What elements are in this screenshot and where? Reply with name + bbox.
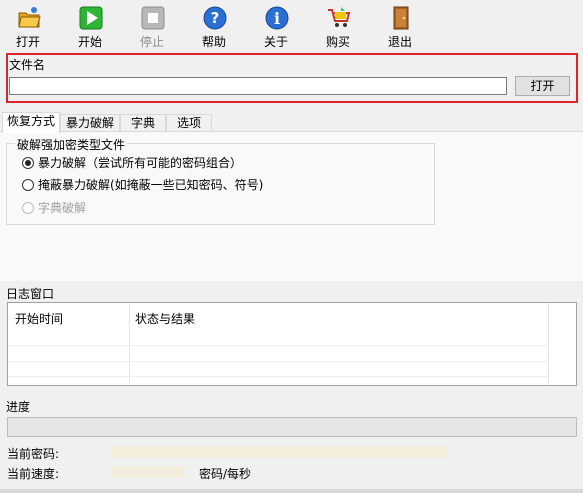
progress-legend: 进度 — [6, 400, 31, 414]
log-column-divider — [548, 303, 549, 385]
shopping-cart-icon — [328, 7, 351, 27]
open-folder-icon — [18, 7, 41, 28]
tab-recovery-method[interactable]: 恢复方式 — [2, 112, 60, 133]
tab-brute-force[interactable]: 暴力破解 — [60, 114, 120, 132]
log-header: 开始时间 状态与结果 — [8, 303, 576, 331]
log-row-divider — [8, 376, 548, 377]
start-button[interactable]: 开始 — [68, 4, 112, 49]
toolbar: 打开 开始 停止 ? 帮助 i 关于 购买 退出 — [0, 0, 583, 50]
dictionary-radio-label: 字典破解 — [38, 201, 87, 215]
svg-text:i: i — [274, 9, 280, 28]
log-column-start-time[interactable]: 开始时间 — [15, 310, 63, 327]
file-name-group: 文件名 打开 — [6, 53, 578, 103]
mask-attack-radio-label: 掩蔽暴力破解(如掩蔽一些已知密码、符号) — [38, 178, 264, 192]
status-strip — [0, 489, 583, 493]
svg-text:?: ? — [211, 9, 220, 27]
help-label: 帮助 — [201, 35, 226, 49]
help-button[interactable]: ? 帮助 — [192, 4, 236, 49]
about-button[interactable]: i 关于 — [254, 4, 298, 49]
exit-label: 退出 — [387, 35, 412, 49]
file-path-input[interactable] — [9, 77, 507, 95]
open-toolbar-button[interactable]: 打开 — [6, 4, 50, 49]
play-icon — [79, 6, 103, 30]
brute-force-radio-label: 暴力破解（尝试所有可能的密码组合） — [38, 156, 243, 170]
tab-dictionary[interactable]: 字典 — [120, 114, 166, 132]
dictionary-radio — [22, 202, 34, 214]
log-column-divider — [129, 303, 130, 385]
log-list[interactable]: 开始时间 状态与结果 — [7, 302, 577, 386]
stop-label: 停止 — [139, 35, 164, 49]
log-window-legend: 日志窗口 — [6, 287, 55, 301]
mask-attack-radio[interactable] — [22, 179, 34, 191]
open-file-button[interactable]: 打开 — [515, 76, 570, 96]
start-label: 开始 — [77, 35, 102, 49]
about-label: 关于 — [263, 35, 288, 49]
current-password-label: 当前密码: — [7, 447, 60, 461]
log-row-divider — [8, 345, 548, 346]
info-icon: i — [265, 6, 289, 30]
progress-bar — [7, 417, 577, 437]
speed-unit-label: 密码/每秒 — [199, 467, 252, 481]
open-toolbar-label: 打开 — [15, 35, 40, 49]
stop-icon — [141, 6, 165, 30]
current-speed-value — [112, 466, 184, 478]
file-name-legend: 文件名 — [9, 58, 46, 72]
buy-label: 购买 — [325, 35, 350, 49]
exit-door-icon — [393, 6, 409, 30]
crack-type-legend: 破解强加密类型文件 — [15, 136, 128, 153]
current-speed-label: 当前速度: — [7, 467, 60, 481]
log-column-status[interactable]: 状态与结果 — [135, 310, 195, 327]
stop-button[interactable]: 停止 — [130, 4, 174, 49]
buy-button[interactable]: 购买 — [316, 4, 360, 49]
exit-button[interactable]: 退出 — [378, 4, 422, 49]
current-password-value — [112, 446, 448, 458]
log-row-divider — [8, 361, 548, 362]
crack-type-group: 破解强加密类型文件 暴力破解（尝试所有可能的密码组合） 掩蔽暴力破解(如掩蔽一些… — [6, 136, 435, 225]
brute-force-radio[interactable] — [22, 157, 34, 169]
tab-bar: 恢复方式 暴力破解 字典 选项 — [0, 112, 583, 133]
help-icon: ? — [203, 6, 227, 30]
tab-options[interactable]: 选项 — [166, 114, 212, 132]
